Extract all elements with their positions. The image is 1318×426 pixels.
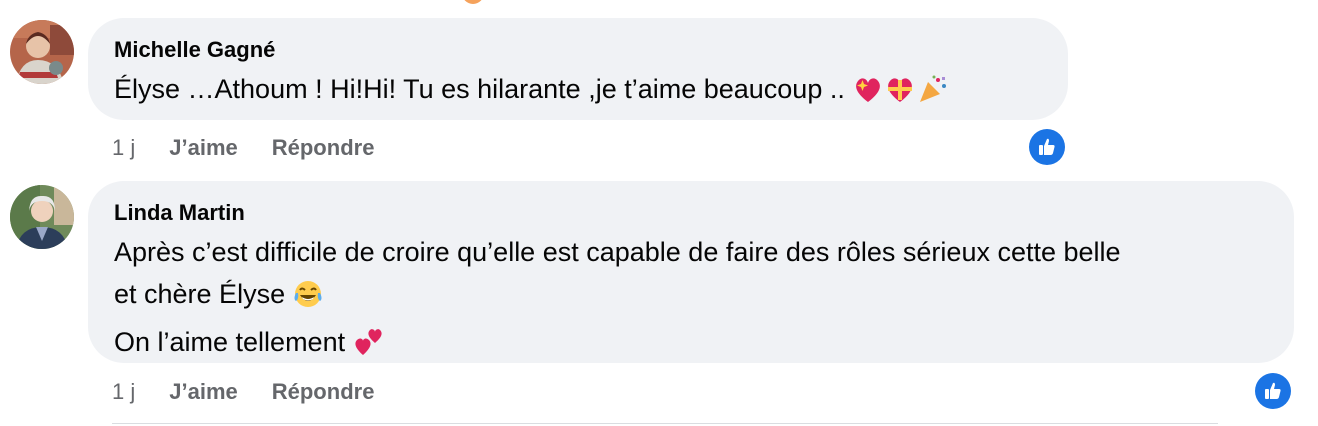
comment-timestamp[interactable]: 1 j: [112, 134, 135, 162]
avatar[interactable]: [10, 185, 74, 249]
tears-of-joy-emoji: [293, 279, 323, 321]
comment-text: Élyse …Athoum ! Hi!Hi! Tu es hilarante ,…: [114, 68, 1042, 116]
heart-with-ribbon-emoji: [884, 74, 916, 116]
comment-author[interactable]: Michelle Gagné: [114, 36, 1042, 64]
comment-bubble: Michelle Gagné Élyse …Athoum ! Hi!Hi! Tu…: [88, 18, 1068, 120]
like-button[interactable]: J’aime: [169, 378, 238, 406]
like-icon[interactable]: [1255, 373, 1291, 409]
avatar[interactable]: [10, 20, 74, 84]
comment-text-line: Après c’est difficile de croire qu’elle …: [114, 237, 1121, 267]
comment-text: Après c’est difficile de croire qu’elle …: [114, 231, 1268, 369]
divider: [112, 423, 1218, 424]
reply-button[interactable]: Répondre: [272, 134, 375, 162]
comment-text-line: On l’aime tellement: [114, 327, 346, 357]
comment-bubble: Linda Martin Après c’est difficile de cr…: [88, 181, 1294, 363]
comment-author[interactable]: Linda Martin: [114, 199, 1268, 227]
two-hearts-emoji: [353, 327, 385, 369]
comment-timestamp[interactable]: 1 j: [112, 378, 135, 406]
partial-reaction-icon: [462, 0, 484, 4]
like-button[interactable]: J’aime: [169, 134, 238, 162]
comment-text-line: et chère Élyse: [114, 279, 286, 309]
comment-actions: 1 j J’aime Répondre: [112, 134, 408, 162]
party-popper-emoji: [916, 74, 948, 116]
comment-actions: 1 j J’aime Répondre: [112, 378, 408, 406]
reply-button[interactable]: Répondre: [272, 378, 375, 406]
sparkling-heart-emoji: [852, 74, 884, 116]
like-icon[interactable]: [1029, 129, 1065, 165]
comment-text-line: Élyse …Athoum ! Hi!Hi! Tu es hilarante ,…: [114, 74, 845, 104]
